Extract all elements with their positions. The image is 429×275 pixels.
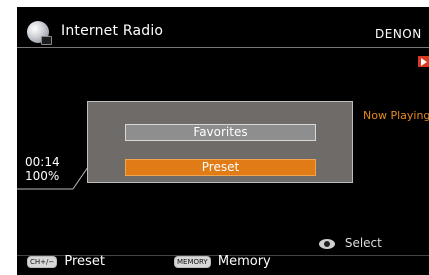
elapsed-time: 00:14 [25, 155, 60, 169]
volume-level: 100% [25, 169, 60, 183]
tv-display: Internet Radio DENON Now Playing 00:14 1… [17, 7, 429, 275]
footer-memory-label: Memory [217, 254, 271, 269]
enter-dial-icon [319, 238, 335, 249]
memory-hint: MEMORY Memory [174, 254, 271, 269]
playback-info: 00:14 100% [25, 155, 60, 183]
preset-hint: CH+/− Preset [27, 254, 105, 269]
memory-key-icon: MEMORY [174, 255, 211, 268]
select-label: Select [344, 236, 382, 250]
footer-preset-label: Preset [64, 254, 105, 269]
favorites-popup: Favorites Preset [87, 101, 353, 183]
screen: Internet Radio DENON Now Playing 00:14 1… [0, 0, 429, 275]
ch-key-icon: CH+/− [27, 255, 58, 268]
favorites-button[interactable]: Favorites [125, 124, 316, 141]
select-hint: Select [319, 236, 382, 250]
preset-button[interactable]: Preset [125, 159, 316, 176]
